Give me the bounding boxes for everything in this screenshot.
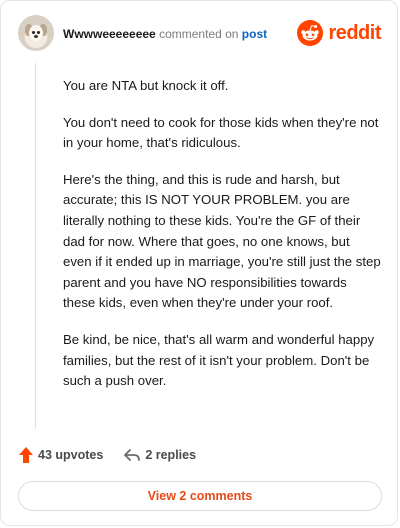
avatar-eye-right xyxy=(37,31,40,34)
reddit-snoo-icon xyxy=(297,20,324,46)
byline: Wwwweeeeeeee commented on post xyxy=(63,26,267,42)
byline-action-text: commented on xyxy=(159,27,239,41)
comment-card: Wwwweeeeeeee commented on post reddit Yo… xyxy=(0,0,398,526)
post-link[interactable]: post xyxy=(242,27,267,41)
reddit-wordmark: reddit xyxy=(328,21,381,44)
upvote-arrow-icon xyxy=(19,447,33,463)
upvote-button[interactable]: 43 upvotes xyxy=(18,446,103,464)
avatar[interactable] xyxy=(18,15,54,51)
comment-header: Wwwweeeeeeee commented on post reddit xyxy=(18,15,383,53)
comment-paragraph: Be kind, be nice, that's all warm and wo… xyxy=(63,331,375,389)
username-link[interactable]: Wwwweeeeeeee xyxy=(63,27,156,41)
reply-arrow-icon xyxy=(124,449,141,461)
replies-button[interactable]: 2 replies xyxy=(123,447,196,463)
comment-paragraph: You don't need to cook for those kids wh… xyxy=(63,114,379,151)
replies-count: 2 replies xyxy=(145,448,197,462)
avatar-eye-left xyxy=(32,31,35,34)
view-comments-button[interactable]: View 2 comments xyxy=(18,481,382,511)
avatar-nose xyxy=(34,35,38,38)
comment-actions: 43 upvotes 2 replies xyxy=(18,444,196,466)
upvote-count: 43 upvotes xyxy=(38,448,104,462)
reddit-logo[interactable]: reddit xyxy=(297,19,381,47)
comment-paragraph: You are NTA but knock it off. xyxy=(63,78,229,93)
comment-body: You are NTA but knock it off. You don't … xyxy=(35,63,381,429)
comment-paragraph: Here's the thing, and this is rude and h… xyxy=(63,171,381,311)
